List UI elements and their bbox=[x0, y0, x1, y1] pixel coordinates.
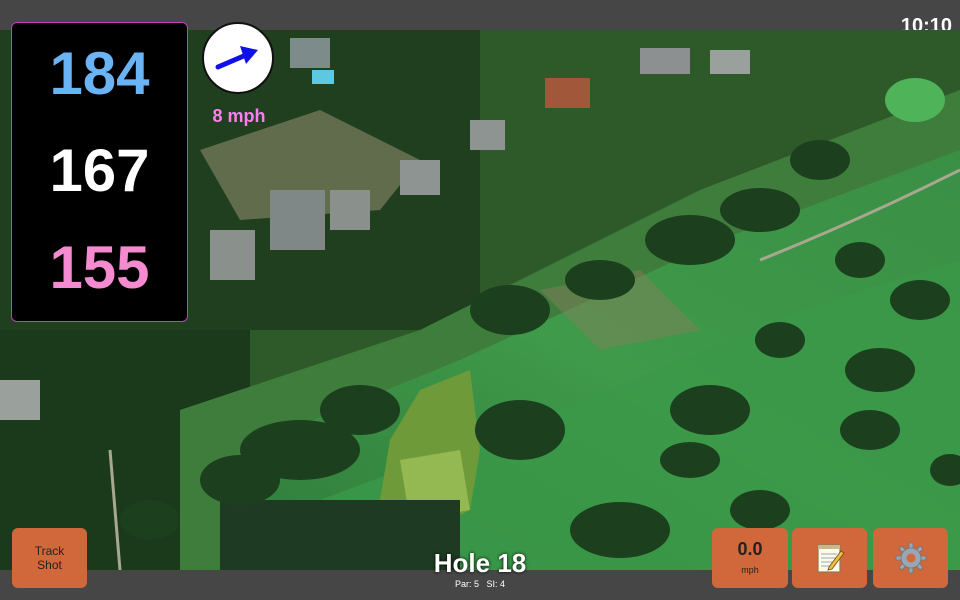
speed-button[interactable]: 0.0 mph bbox=[712, 528, 788, 588]
notepad-icon bbox=[816, 544, 845, 573]
hole-stroke-index: SI: 4 bbox=[486, 579, 506, 589]
hole-par: Par: 5 bbox=[454, 579, 479, 589]
distance-middle: 167 bbox=[49, 137, 150, 204]
speed-value: 0.0 bbox=[737, 539, 763, 559]
gear-icon bbox=[895, 542, 926, 574]
notes-button[interactable] bbox=[792, 528, 867, 588]
wind-speed: 8 mph bbox=[212, 106, 266, 126]
distance-front: 155 bbox=[49, 234, 150, 301]
distance-back: 184 bbox=[49, 40, 150, 107]
wind-indicator bbox=[202, 22, 274, 94]
hole-details: Par: 5 SI: 4 bbox=[380, 578, 580, 590]
track-shot-label-line1: Track bbox=[34, 544, 65, 558]
hole-info: Hole 18 Par: 5 SI: 4 bbox=[380, 548, 580, 590]
speed-unit: mph bbox=[741, 565, 759, 575]
arrow-right-icon bbox=[215, 46, 258, 70]
distance-panel: 184 167 155 bbox=[11, 22, 188, 322]
track-shot-button[interactable]: Track Shot bbox=[12, 528, 87, 588]
track-shot-label-line2: Shot bbox=[37, 558, 62, 572]
settings-button[interactable] bbox=[873, 528, 948, 588]
hole-title: Hole 18 bbox=[433, 548, 527, 578]
